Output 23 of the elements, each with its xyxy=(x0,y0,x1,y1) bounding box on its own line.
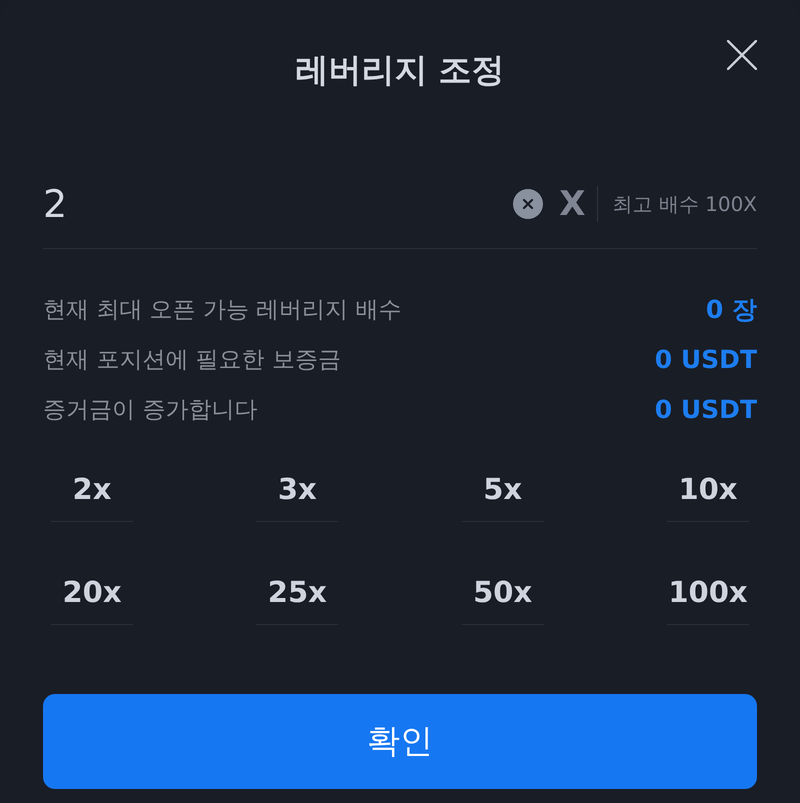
max-leverage-label: 최고 배수 100X xyxy=(612,190,757,218)
info-label: 현재 포지션에 필요한 보증금 xyxy=(43,346,341,374)
leverage-preset-button[interactable]: 3x xyxy=(256,467,338,522)
leverage-input[interactable]: 2 xyxy=(43,179,514,229)
leverage-preset-button[interactable]: 20x xyxy=(51,570,133,625)
info-label: 증거금이 증가합니다 xyxy=(43,396,258,424)
clear-icon xyxy=(513,189,544,219)
close-icon xyxy=(727,40,757,70)
close-button[interactable] xyxy=(727,40,757,70)
leverage-preset-button[interactable]: 5x xyxy=(462,467,544,522)
info-label: 현재 최대 오픈 가능 레버리지 배수 xyxy=(43,296,402,324)
unit-label: X xyxy=(559,184,586,224)
info-value: 0 장 xyxy=(706,294,757,326)
leverage-preset-button[interactable]: 2x xyxy=(51,467,133,522)
leverage-preset-button[interactable]: 25x xyxy=(256,570,338,625)
info-value: 0 USDT xyxy=(654,344,757,374)
leverage-preset-button[interactable]: 10x xyxy=(666,467,749,522)
leverage-preset-button[interactable]: 50x xyxy=(462,570,544,625)
clear-button[interactable] xyxy=(513,189,544,219)
dialog-title: 레버리지 조정 xyxy=(295,49,505,91)
info-value: 0 USDT xyxy=(654,394,757,424)
leverage-preset-button[interactable]: 100x xyxy=(666,570,749,625)
confirm-button[interactable]: 확인 xyxy=(43,694,757,789)
